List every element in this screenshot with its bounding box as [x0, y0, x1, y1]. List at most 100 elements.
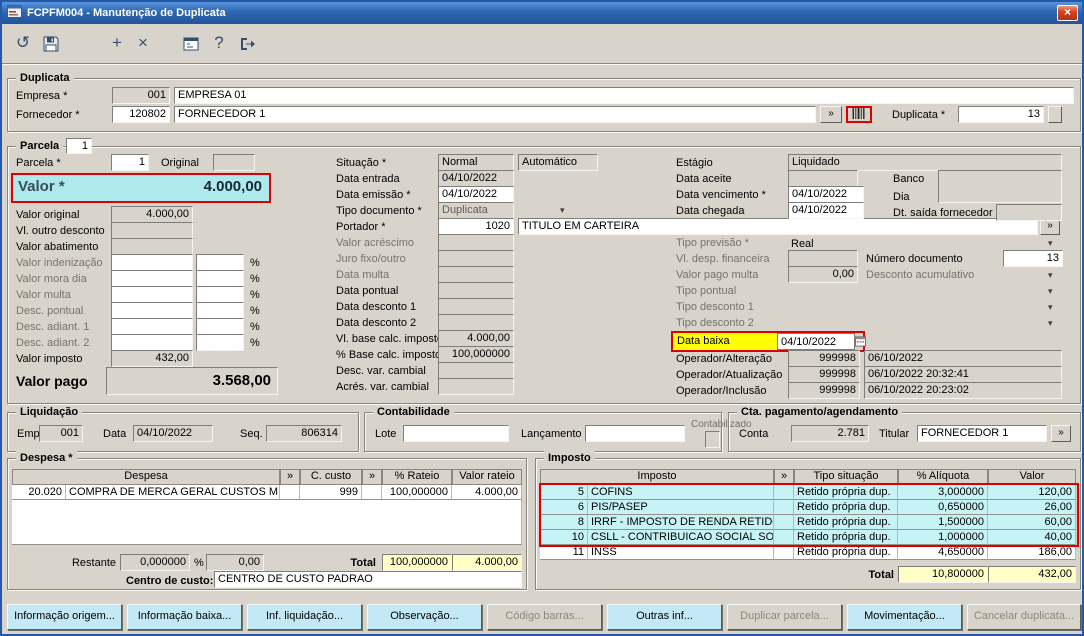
valor-highlight[interactable]: Valor * 4.000,00 — [11, 173, 271, 203]
imposto-cell-situacao[interactable]: Retido própria dup. — [794, 515, 898, 530]
desconto-acumulativo-dropdown-arrow[interactable]: ▾ — [1048, 267, 1053, 284]
titular-lookup-button[interactable]: » — [1051, 425, 1071, 442]
desc-adiant2-pct-field[interactable] — [196, 334, 244, 351]
despesa-cell-lookup[interactable] — [362, 485, 382, 500]
duplicata-num-field[interactable]: 13 — [958, 106, 1044, 123]
imposto-cell-name[interactable]: CSLL - CONTRIBUICAO SOCIAL SOB — [588, 530, 774, 545]
informacao-baixa-button[interactable]: Informação baixa... — [127, 604, 242, 630]
imposto-cell-situacao[interactable]: Retido própria dup. — [794, 485, 898, 500]
imposto-cell-aliquota[interactable]: 0,650000 — [898, 500, 988, 515]
ccusto-lookup-header[interactable]: » — [362, 469, 382, 485]
help-button[interactable]: ? — [206, 30, 232, 56]
imposto-cell-lookup[interactable] — [774, 530, 794, 545]
despesa-lookup-header[interactable]: » — [280, 469, 300, 485]
imposto-cell-lookup[interactable] — [774, 500, 794, 515]
inf-liquidacao-button[interactable]: Inf. liquidação... — [247, 604, 362, 630]
valor-mora-dia-field[interactable] — [111, 270, 193, 287]
tipo-desconto1-dropdown-arrow[interactable]: ▾ — [1048, 299, 1053, 316]
portador-code-field[interactable]: 1020 — [438, 218, 514, 235]
imposto-cell-num[interactable]: 11 — [540, 545, 588, 560]
duplicata-extra-button[interactable] — [1048, 106, 1062, 123]
despesa-cell-rateio[interactable]: 100,000000 — [382, 485, 452, 500]
movimentacao-button[interactable]: Movimentação... — [847, 604, 962, 630]
outras-inf-button[interactable]: Outras inf... — [607, 604, 722, 630]
valor-indenizacao-pct-field[interactable] — [196, 254, 244, 271]
imposto-cell-name[interactable]: IRRF - IMPOSTO DE RENDA RETIDO N — [588, 515, 774, 530]
despesa-cell-ccusto[interactable]: 999 — [300, 485, 362, 500]
observacao-button[interactable]: Observação... — [367, 604, 482, 630]
valor-multa-field[interactable] — [111, 286, 193, 303]
imposto-cell-situacao[interactable]: Retido própria dup. — [794, 500, 898, 515]
lancamento-field[interactable] — [585, 425, 685, 442]
imposto-cell-situacao[interactable]: Retido própria dup. — [794, 545, 898, 560]
imposto-cell-num[interactable]: 10 — [540, 530, 588, 545]
calendar-icon[interactable] — [855, 335, 866, 350]
lote-field[interactable] — [403, 425, 509, 442]
desc-adiant1-pct-field[interactable] — [196, 318, 244, 335]
despesa-cell-code[interactable]: 20.020 — [12, 485, 66, 500]
imposto-cell-name[interactable]: INSS — [588, 545, 774, 560]
imposto-cell-num[interactable]: 6 — [540, 500, 588, 515]
imposto-header: Imposto — [540, 469, 774, 485]
data-chegada-field[interactable]: 04/10/2022 — [788, 202, 864, 219]
data-baixa-field[interactable]: 04/10/2022 — [777, 333, 855, 350]
imposto-cell-lookup[interactable] — [774, 485, 794, 500]
conta-field: 2.781 — [791, 425, 869, 442]
valor-indenizacao-field[interactable] — [111, 254, 193, 271]
imposto-cell-lookup[interactable] — [774, 515, 794, 530]
imposto-cell-valor[interactable]: 186,00 — [988, 545, 1076, 560]
imposto-cell-aliquota[interactable]: 3,000000 — [898, 485, 988, 500]
valor-multa-pct-field[interactable] — [196, 286, 244, 303]
fornecedor-name-field[interactable]: FORNECEDOR 1 — [174, 106, 816, 123]
tipo-documento-field[interactable]: Duplicata — [438, 202, 514, 219]
imposto-cell-valor[interactable]: 40,00 — [988, 530, 1076, 545]
imposto-cell-name[interactable]: COFINS — [588, 485, 774, 500]
exit-button[interactable] — [234, 30, 260, 56]
data-emissao-field[interactable]: 04/10/2022 — [438, 186, 514, 203]
ccusto-header: C. custo — [300, 469, 362, 485]
valor-field[interactable]: 4.000,00 — [204, 178, 262, 195]
despesa-cell-name[interactable]: COMPRA DE MERCA GERAL CUSTOS M — [66, 485, 280, 500]
imposto-lookup-header[interactable]: » — [774, 469, 794, 485]
imposto-cell-name[interactable]: PIS/PASEP — [588, 500, 774, 515]
tipo-desconto2-dropdown-arrow[interactable]: ▾ — [1048, 315, 1053, 332]
empresa-name-field[interactable]: EMPRESA 01 — [174, 87, 1074, 104]
centro-custo-field[interactable]: CENTRO DE CUSTO PADRAO — [214, 571, 522, 588]
add-button[interactable]: + — [104, 30, 130, 56]
despesa-empty-rows[interactable] — [12, 500, 522, 545]
numero-documento-field[interactable]: 13 — [1003, 250, 1063, 267]
parcela-field[interactable]: 1 — [111, 154, 149, 171]
fornecedor-code-field[interactable]: 120802 — [112, 106, 170, 123]
valor-mora-dia-label: Valor mora dia — [16, 271, 87, 287]
close-button[interactable]: × — [1057, 5, 1078, 21]
fornecedor-lookup-button[interactable]: » — [820, 106, 842, 123]
schedule-button[interactable] — [178, 30, 204, 56]
imposto-cell-aliquota[interactable]: 4,650000 — [898, 545, 988, 560]
imposto-cell-num[interactable]: 8 — [540, 515, 588, 530]
imposto-cell-aliquota[interactable]: 1,000000 — [898, 530, 988, 545]
desc-adiant2-field[interactable] — [111, 334, 193, 351]
save-button[interactable] — [38, 30, 64, 56]
desc-adiant1-field[interactable] — [111, 318, 193, 335]
tipo-documento-dropdown-arrow[interactable]: ▾ — [560, 202, 565, 219]
desc-pontual-pct-field[interactable] — [196, 302, 244, 319]
tipo-pontual-dropdown-arrow[interactable]: ▾ — [1048, 283, 1053, 300]
imposto-cell-aliquota[interactable]: 1,500000 — [898, 515, 988, 530]
refresh-button[interactable]: ↺ — [10, 30, 36, 56]
despesa-cell-valor[interactable]: 4.000,00 — [452, 485, 522, 500]
informacao-origem-button[interactable]: Informação origem... — [7, 604, 122, 630]
imposto-cell-valor[interactable]: 120,00 — [988, 485, 1076, 500]
imposto-cell-situacao[interactable]: Retido própria dup. — [794, 530, 898, 545]
barcode-button[interactable] — [846, 106, 872, 123]
desc-pontual-field[interactable] — [111, 302, 193, 319]
despesa-cell-lookup[interactable] — [280, 485, 300, 500]
desc-pontual-label: Desc. pontual — [16, 303, 83, 319]
imposto-cell-valor[interactable]: 60,00 — [988, 515, 1076, 530]
data-vencimento-field[interactable]: 04/10/2022 — [788, 186, 864, 203]
imposto-cell-num[interactable]: 5 — [540, 485, 588, 500]
imposto-cell-lookup[interactable] — [774, 545, 794, 560]
titular-field[interactable]: FORNECEDOR 1 — [917, 425, 1047, 442]
valor-mora-dia-pct-field[interactable] — [196, 270, 244, 287]
delete-button[interactable]: × — [130, 30, 156, 56]
imposto-cell-valor[interactable]: 26,00 — [988, 500, 1076, 515]
